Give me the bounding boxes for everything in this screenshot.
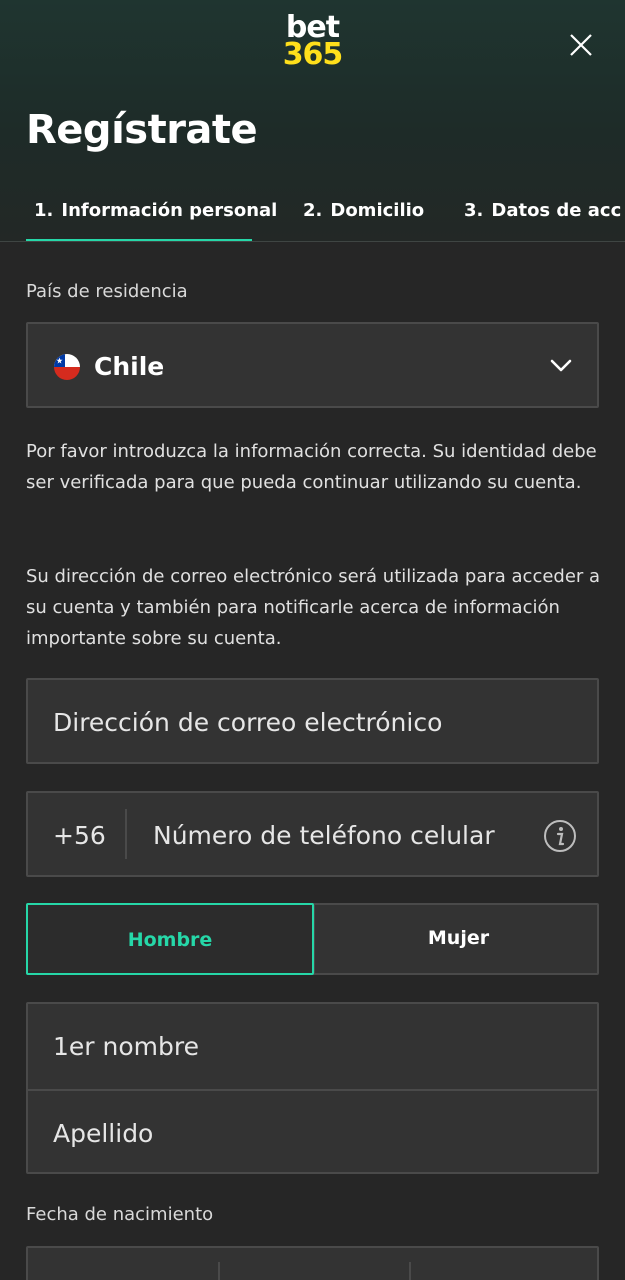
tab-access-data[interactable]: 3. Datos de acc [464, 196, 621, 242]
country-select[interactable]: Chile [26, 322, 599, 408]
tab-personal-info[interactable]: 1. Información personal [34, 196, 277, 242]
first-name-placeholder: 1er nombre [53, 1032, 199, 1061]
chevron-down-icon [550, 359, 572, 372]
gender-toggle: Hombre Mujer [26, 903, 599, 975]
tab-number: 3. [464, 200, 484, 221]
country-value: Chile [94, 352, 165, 381]
last-name-placeholder: Apellido [53, 1119, 154, 1148]
tab-label: Datos de acc [491, 200, 622, 221]
email-placeholder: Dirección de correo electrónico [53, 708, 443, 737]
tab-number: 1. [34, 200, 54, 221]
dob-year-field[interactable] [411, 1248, 597, 1280]
dob-fields [26, 1246, 599, 1280]
first-name-field[interactable]: 1er nombre [28, 1004, 597, 1089]
phone-placeholder: Número de teléfono celular [153, 821, 495, 850]
phone-field[interactable]: +56 Número de teléfono celular [26, 791, 599, 877]
page-title: Regístrate [26, 107, 258, 153]
email-field[interactable]: Dirección de correo electrónico [26, 678, 599, 764]
dob-day-field[interactable] [28, 1248, 218, 1280]
tabs-divider [0, 241, 625, 242]
info-text-email: Su dirección de correo electrónico será … [26, 566, 601, 649]
tab-label: Información personal [61, 200, 278, 221]
name-fields: 1er nombre Apellido [26, 1002, 599, 1174]
logo-bottom-text: 365 [282, 37, 344, 72]
last-name-field[interactable]: Apellido [28, 1091, 597, 1172]
dob-label: Fecha de nacimiento [26, 1204, 214, 1225]
phone-prefix-divider [125, 809, 127, 859]
close-icon [570, 34, 592, 56]
close-button[interactable] [566, 30, 596, 60]
info-icon[interactable] [543, 819, 577, 853]
gender-male-button[interactable]: Hombre [26, 903, 314, 975]
bet365-logo: bet 365 [0, 13, 625, 72]
chile-flag-icon [54, 354, 80, 380]
step-tabs: 1. Información personal 2. Domicilio 3. Dat… [0, 196, 625, 242]
tab-address[interactable]: 2. Domicilio [303, 196, 424, 242]
phone-prefix: +56 [53, 821, 106, 850]
tab-label: Domicilio [330, 200, 425, 221]
dob-month-field[interactable] [220, 1248, 409, 1280]
tab-number: 2. [303, 200, 323, 221]
info-text-identity: Por favor introduzca la información corr… [26, 441, 597, 493]
gender-female-button[interactable]: Mujer [314, 903, 602, 975]
country-label: País de residencia [26, 281, 188, 302]
